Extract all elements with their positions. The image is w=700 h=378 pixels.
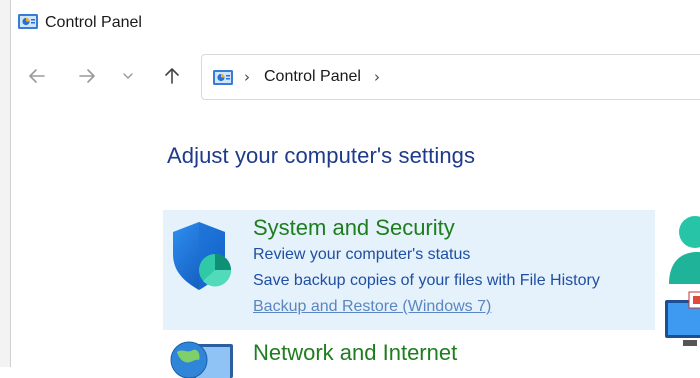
up-button[interactable] bbox=[156, 60, 188, 92]
monitor-icon bbox=[665, 291, 700, 346]
category-title-system-and-security[interactable]: System and Security bbox=[253, 215, 455, 241]
forward-button[interactable] bbox=[71, 60, 103, 92]
control-panel-window: Control Panel › Control Panel › Adjust y… bbox=[10, 0, 700, 378]
breadcrumb-separator[interactable]: › bbox=[374, 68, 380, 86]
arrow-left-icon bbox=[29, 69, 45, 83]
link-review-computer-status[interactable]: Review your computer's status bbox=[253, 246, 470, 264]
shield-icon bbox=[173, 222, 232, 290]
back-button[interactable] bbox=[21, 60, 53, 92]
category-title-network-and-internet[interactable]: Network and Internet bbox=[253, 340, 457, 366]
recent-locations-button[interactable] bbox=[112, 60, 144, 92]
category-system-and-security[interactable]: System and Security Review your computer… bbox=[163, 210, 655, 330]
window-title: Control Panel bbox=[45, 14, 142, 31]
link-file-history-backup[interactable]: Save backup copies of your files with Fi… bbox=[253, 272, 600, 290]
navigation-bar: › Control Panel › bbox=[11, 46, 700, 108]
user-accounts-icon bbox=[669, 216, 700, 284]
arrow-right-icon bbox=[79, 69, 95, 83]
address-bar[interactable]: › Control Panel › bbox=[201, 54, 700, 100]
page-heading: Adjust your computer's settings bbox=[167, 143, 476, 168]
globe-icon bbox=[170, 341, 233, 378]
title-bar[interactable]: Control Panel bbox=[11, 0, 700, 46]
breadcrumb-separator[interactable]: › bbox=[244, 68, 250, 86]
control-panel-icon bbox=[18, 14, 38, 29]
arrow-up-icon bbox=[165, 68, 179, 84]
control-panel-icon bbox=[213, 70, 233, 85]
chevron-down-icon bbox=[123, 73, 133, 79]
breadcrumb-control-panel[interactable]: Control Panel bbox=[264, 68, 361, 86]
link-backup-and-restore[interactable]: Backup and Restore (Windows 7) bbox=[253, 298, 491, 316]
